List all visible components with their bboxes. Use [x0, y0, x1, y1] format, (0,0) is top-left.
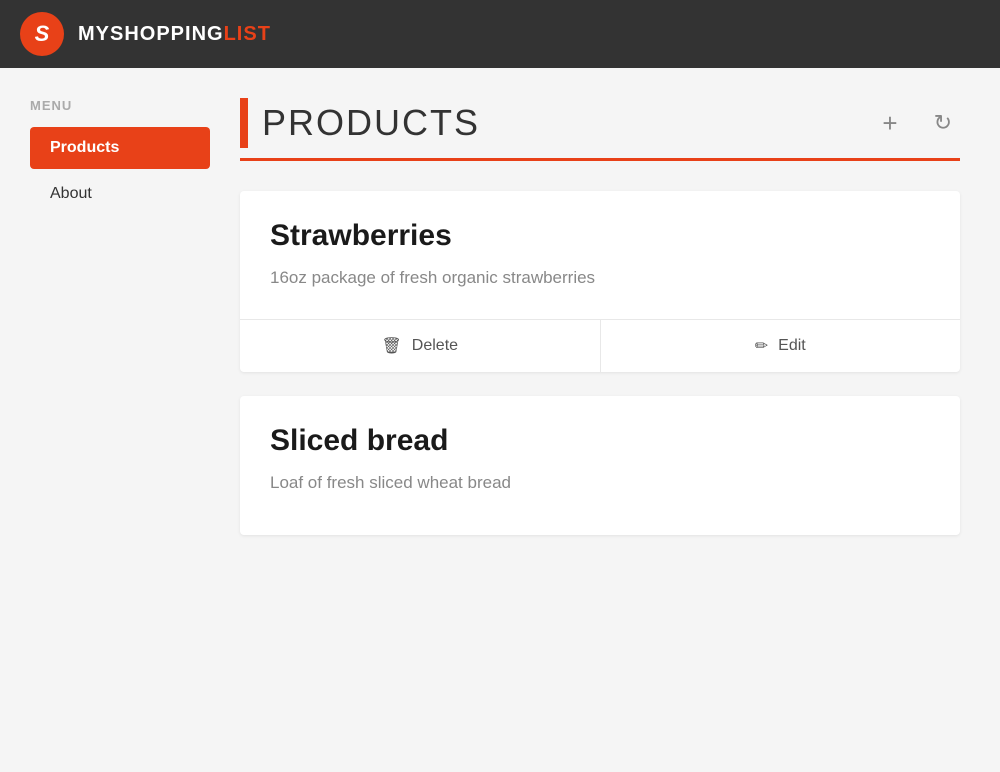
- app-logo: S: [20, 12, 64, 56]
- product-card-body: Strawberries 16oz package of fresh organ…: [240, 191, 960, 319]
- page-header: PRODUCTS + ↻: [240, 98, 960, 161]
- product-description: Loaf of fresh sliced wheat bread: [270, 470, 930, 496]
- edit-label: Edit: [778, 337, 806, 355]
- delete-label: Delete: [412, 337, 458, 355]
- edit-product-button[interactable]: ✏ Edit: [600, 320, 961, 372]
- app-title: MYSHOPPINGLIST: [78, 23, 271, 46]
- add-product-button[interactable]: +: [874, 106, 905, 140]
- trash-icon: 🗑: [381, 336, 401, 356]
- product-card: Sliced bread Loaf of fresh sliced wheat …: [240, 396, 960, 536]
- sidebar-item-about[interactable]: About: [30, 173, 210, 215]
- product-card-actions: 🗑 Delete ✏ Edit: [240, 319, 960, 372]
- product-name: Sliced bread: [270, 424, 930, 458]
- app-title-main: MYSHOPPING: [78, 23, 224, 45]
- sidebar-menu-label: MENU: [30, 98, 210, 113]
- product-card-body: Sliced bread Loaf of fresh sliced wheat …: [240, 396, 960, 516]
- page-layout: MENU Products About PRODUCTS + ↻ Strawbe…: [0, 68, 1000, 599]
- app-title-accent: LIST: [224, 23, 271, 45]
- sidebar: MENU Products About: [0, 98, 210, 599]
- page-title: PRODUCTS: [262, 102, 874, 144]
- product-description: 16oz package of fresh organic strawberri…: [270, 265, 930, 291]
- refresh-button[interactable]: ↻: [926, 108, 960, 138]
- product-card: Strawberries 16oz package of fresh organ…: [240, 191, 960, 372]
- sidebar-item-products[interactable]: Products: [30, 127, 210, 169]
- page-actions: + ↻: [874, 106, 960, 140]
- logo-letter: S: [35, 21, 50, 47]
- product-name: Strawberries: [270, 219, 930, 253]
- delete-product-button[interactable]: 🗑 Delete: [240, 320, 600, 372]
- app-header: S MYSHOPPINGLIST: [0, 0, 1000, 68]
- main-content: PRODUCTS + ↻ Strawberries 16oz package o…: [210, 98, 1000, 599]
- edit-icon: ✏: [755, 336, 768, 356]
- title-accent-bar: [240, 98, 248, 148]
